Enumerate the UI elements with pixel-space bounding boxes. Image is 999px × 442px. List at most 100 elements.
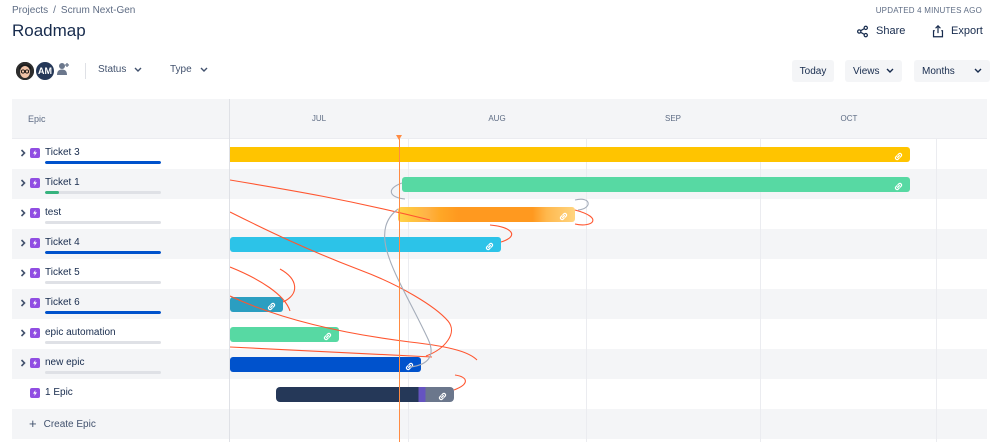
epic-icon — [30, 358, 40, 368]
month-grid-line — [936, 139, 937, 442]
today-label: Today — [799, 65, 827, 77]
epic-progress-bar — [45, 371, 161, 374]
epic-icon — [30, 388, 40, 398]
chevron-down-icon — [886, 68, 894, 73]
type-filter[interactable]: Type — [170, 64, 208, 75]
avatar[interactable] — [14, 60, 36, 82]
epic-row[interactable]: Ticket 5 — [12, 259, 229, 289]
add-people-button[interactable] — [54, 60, 76, 82]
status-filter[interactable]: Status — [98, 64, 142, 75]
link-icon — [404, 359, 415, 371]
chevron-right-icon[interactable] — [18, 148, 28, 158]
link-icon — [437, 389, 448, 401]
epic-icon — [30, 298, 40, 308]
epic-row[interactable]: Ticket 3 — [12, 139, 229, 169]
epic-column-header: Epic — [12, 99, 229, 139]
epic-timeline-bar[interactable] — [230, 297, 283, 312]
add-person-icon — [57, 63, 69, 75]
updated-timestamp: UPDATED 4 MINUTES AGO — [875, 6, 982, 15]
export-button[interactable]: Export — [932, 21, 983, 41]
breadcrumb-projects-link[interactable]: Projects — [12, 5, 48, 16]
epic-progress-bar — [45, 161, 161, 164]
chevron-down-icon — [134, 67, 142, 72]
chevron-right-icon[interactable] — [18, 328, 28, 338]
timeline: JUL AUG SEP OCT — [229, 99, 987, 442]
epic-progress-fill — [45, 191, 59, 194]
timeline-row — [230, 289, 987, 319]
epic-row[interactable]: epic automation — [12, 319, 229, 349]
breadcrumb-project-link[interactable]: Scrum Next-Gen — [61, 5, 135, 16]
breadcrumb-separator: / — [53, 5, 56, 16]
epic-timeline-bar[interactable] — [276, 387, 454, 402]
epic-label: Ticket 3 — [45, 147, 80, 158]
epic-timeline-bar[interactable] — [230, 327, 339, 342]
status-filter-label: Status — [98, 64, 127, 75]
create-epic-button[interactable]: + Create Epic — [12, 409, 229, 439]
share-label: Share — [876, 25, 906, 37]
epic-label: new epic — [45, 357, 85, 368]
epic-icon — [30, 328, 40, 338]
roadmap: Epic Ticket 3 Ticket 1 test Ticket 4 Ticket … — [12, 99, 987, 442]
epic-label: test — [45, 207, 62, 218]
timeline-row — [230, 319, 987, 349]
month-label-jul: JUL — [311, 114, 327, 123]
link-icon — [322, 329, 333, 341]
link-icon — [558, 209, 569, 221]
chevron-right-icon[interactable] — [18, 208, 28, 218]
epic-row[interactable]: Ticket 4 — [12, 229, 229, 259]
link-icon — [893, 179, 904, 191]
export-icon — [932, 24, 944, 37]
timeline-row — [230, 409, 987, 439]
chevron-down-icon — [974, 68, 982, 73]
epic-timeline-bar[interactable] — [230, 147, 910, 162]
today-line — [399, 139, 400, 442]
epic-row[interactable]: 1 Epic — [12, 379, 229, 409]
epic-icon — [30, 238, 40, 248]
share-button[interactable]: Share — [856, 21, 905, 41]
chevron-right-icon[interactable] — [18, 268, 28, 278]
link-icon — [893, 149, 904, 161]
breadcrumb: Projects / Scrum Next-Gen — [12, 5, 135, 16]
epic-progress-fill — [45, 311, 161, 314]
chevron-right-icon[interactable] — [18, 238, 28, 248]
epic-label: Ticket 6 — [45, 297, 80, 308]
toolbar-divider — [85, 63, 86, 79]
epic-timeline-bar[interactable] — [230, 237, 501, 252]
epic-progress-bar — [45, 251, 161, 254]
epic-label: Ticket 1 — [45, 177, 80, 188]
views-dropdown[interactable]: Views — [845, 60, 902, 82]
epic-icon — [30, 148, 40, 158]
epic-row[interactable]: test — [12, 199, 229, 229]
month-label-oct: OCT — [840, 114, 858, 123]
views-label: Views — [853, 65, 880, 77]
epic-list: Epic Ticket 3 Ticket 1 test Ticket 4 Ticket … — [12, 99, 229, 442]
epic-icon — [30, 208, 40, 218]
month-label-aug: AUG — [488, 114, 506, 123]
epic-progress-fill — [45, 161, 161, 164]
chevron-down-icon — [200, 67, 208, 72]
link-icon — [484, 239, 495, 251]
chevron-right-icon[interactable] — [18, 178, 28, 188]
epic-row[interactable]: new epic — [12, 349, 229, 379]
timeline-row — [230, 199, 987, 229]
epic-progress-bar — [45, 281, 161, 284]
epic-timeline-bar[interactable] — [398, 207, 575, 222]
epic-progress-bar — [45, 221, 161, 224]
chevron-right-icon[interactable] — [18, 358, 28, 368]
timeline-header: JUL AUG SEP OCT — [230, 99, 987, 139]
epic-timeline-bar[interactable] — [230, 357, 421, 372]
epic-row[interactable]: Ticket 6 — [12, 289, 229, 319]
epic-progress-bar — [45, 311, 161, 314]
epic-label: epic automation — [45, 327, 116, 338]
epic-timeline-bar[interactable] — [402, 177, 910, 192]
epic-label: 1 Epic — [45, 387, 73, 398]
today-button[interactable]: Today — [792, 60, 834, 82]
epic-row[interactable]: Ticket 1 — [12, 169, 229, 199]
plus-icon: + — [29, 416, 37, 431]
avatar-initials[interactable]: AM — [34, 60, 56, 82]
type-filter-label: Type — [170, 64, 192, 75]
months-dropdown[interactable]: Months — [914, 60, 990, 82]
epic-label: Ticket 5 — [45, 267, 80, 278]
epic-progress-bar — [45, 191, 161, 194]
chevron-right-icon[interactable] — [18, 298, 28, 308]
